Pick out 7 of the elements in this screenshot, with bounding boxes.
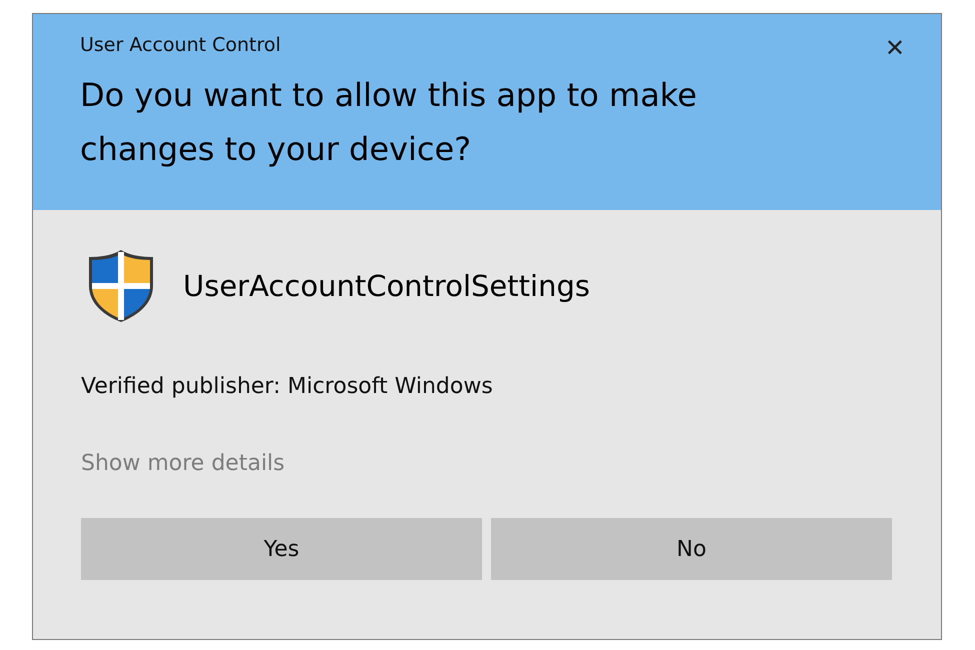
publisher-text: Verified publisher: Microsoft Windows bbox=[81, 374, 493, 399]
no-button[interactable]: No bbox=[491, 518, 892, 580]
dialog-heading: Do you want to allow this app to make changes to your device? bbox=[80, 75, 698, 170]
app-name: UserAccountControlSettings bbox=[183, 269, 590, 303]
close-button[interactable]: ✕ bbox=[878, 32, 911, 64]
yes-button[interactable]: Yes bbox=[81, 518, 482, 580]
window-title: User Account Control bbox=[80, 34, 281, 56]
